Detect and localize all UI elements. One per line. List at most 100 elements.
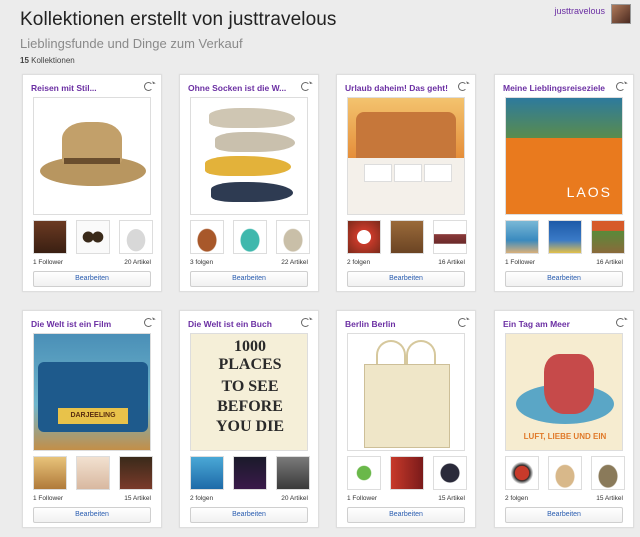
collection-card[interactable]: Reisen mit Stil... 1 Follower 20 Artikel… — [22, 74, 162, 292]
follower-count: 1 Follower — [505, 259, 535, 266]
item-count: 15 Artikel — [124, 495, 151, 502]
item-count: 20 Artikel — [124, 259, 151, 266]
share-icon[interactable] — [616, 318, 625, 327]
thumbnail-image[interactable] — [591, 220, 625, 254]
thumbnail-image[interactable] — [390, 456, 424, 490]
item-count: 16 Artikel — [596, 259, 623, 266]
edit-button[interactable]: Bearbeiten — [347, 507, 465, 523]
thumbnail-image[interactable] — [433, 456, 467, 490]
thumbnail-image[interactable] — [190, 220, 224, 254]
page-subtitle: Lieblingsfunde und Dinge zum Verkauf — [20, 36, 243, 51]
collection-card[interactable]: Meine Lieblingsreiseziele LAOS 1 Followe… — [494, 74, 634, 292]
edit-button[interactable]: Bearbeiten — [33, 507, 151, 523]
card-title[interactable]: Die Welt ist ein Film — [31, 319, 135, 329]
card-stats: 3 folgen 22 Artikel — [190, 259, 308, 266]
thumbnail-image[interactable] — [591, 456, 625, 490]
book-cover-text: 1000 — [234, 338, 266, 355]
card-thumbnails — [347, 456, 467, 490]
collection-count-label: Kollektionen — [31, 56, 75, 65]
book-cover-text: PLACES — [218, 356, 282, 373]
user-name-link[interactable]: justtravelous — [554, 6, 605, 16]
follower-count: 1 Follower — [347, 495, 377, 502]
collection-card[interactable]: Ein Tag am Meer LUFT, LIEBE UND EIN 2 fo… — [494, 310, 634, 528]
share-icon[interactable] — [144, 82, 153, 91]
book-cover-text: BEFORE — [217, 398, 283, 415]
card-thumbnails — [347, 220, 467, 254]
thumbnail-image[interactable] — [233, 220, 267, 254]
edit-button[interactable]: Bearbeiten — [505, 507, 623, 523]
card-title[interactable]: Reisen mit Stil... — [31, 83, 135, 93]
share-icon[interactable] — [616, 82, 625, 91]
edit-button[interactable]: Bearbeiten — [190, 507, 308, 523]
card-main-image[interactable]: 1000 PLACES TO SEE BEFORE YOU DIE — [190, 333, 308, 451]
collection-count-number: 15 — [20, 56, 29, 65]
card-stats: 1 Follower 16 Artikel — [505, 259, 623, 266]
thumbnail-image[interactable] — [119, 220, 153, 254]
share-icon[interactable] — [458, 318, 467, 327]
collection-card[interactable]: Ohne Socken ist die W... 3 folgen 22 Art… — [179, 74, 319, 292]
item-count: 15 Artikel — [596, 495, 623, 502]
card-main-image[interactable]: LUFT, LIEBE UND EIN — [505, 333, 623, 451]
thumbnail-image[interactable] — [33, 220, 67, 254]
thumbnail-image[interactable] — [190, 456, 224, 490]
edit-button[interactable]: Bearbeiten — [33, 271, 151, 287]
meer-cover-text: LUFT, LIEBE UND EIN — [523, 432, 607, 441]
thumbnail-image[interactable] — [390, 220, 424, 254]
thumbnail-image[interactable] — [505, 220, 539, 254]
card-main-image[interactable] — [190, 97, 308, 215]
card-main-image[interactable] — [347, 97, 465, 215]
card-main-image[interactable]: DARJEELING — [33, 333, 151, 451]
share-icon[interactable] — [301, 318, 310, 327]
card-thumbnails — [190, 220, 310, 254]
item-count: 22 Artikel — [281, 259, 308, 266]
thumbnail-image[interactable] — [119, 456, 153, 490]
share-icon[interactable] — [144, 318, 153, 327]
collection-card[interactable]: Die Welt ist ein Buch 1000 PLACES TO SEE… — [179, 310, 319, 528]
edit-button[interactable]: Bearbeiten — [505, 271, 623, 287]
edit-button[interactable]: Bearbeiten — [347, 271, 465, 287]
collection-card[interactable]: Berlin Berlin 1 Follower 15 Artikel Bear… — [336, 310, 476, 528]
collection-card[interactable]: Die Welt ist ein Film DARJEELING 1 Follo… — [22, 310, 162, 528]
follower-count: 2 folgen — [505, 495, 529, 502]
follower-count: 2 folgen — [190, 495, 214, 502]
item-count: 16 Artikel — [438, 259, 465, 266]
card-main-image[interactable] — [33, 97, 151, 215]
thumbnail-image[interactable] — [347, 456, 381, 490]
card-stats: 1 Follower 20 Artikel — [33, 259, 151, 266]
thumbnail-image[interactable] — [347, 220, 381, 254]
thumbnail-image[interactable] — [76, 456, 110, 490]
thumbnail-image[interactable] — [433, 220, 467, 254]
card-main-image[interactable]: LAOS — [505, 97, 623, 215]
card-title[interactable]: Ein Tag am Meer — [503, 319, 607, 329]
laos-cover-text: LAOS — [566, 184, 612, 200]
thumbnail-image[interactable] — [548, 220, 582, 254]
thumbnail-image[interactable] — [548, 456, 582, 490]
share-icon[interactable] — [458, 82, 467, 91]
item-count: 20 Artikel — [281, 495, 308, 502]
collection-card[interactable]: Urlaub daheim! Das geht! 2 folgen 16 Art… — [336, 74, 476, 292]
follower-count: 1 Follower — [33, 259, 63, 266]
avatar[interactable] — [611, 4, 631, 24]
card-title[interactable]: Urlaub daheim! Das geht! — [345, 83, 449, 93]
thumbnail-image[interactable] — [276, 220, 310, 254]
card-stats: 2 folgen 20 Artikel — [190, 495, 308, 502]
thumbnail-image[interactable] — [76, 220, 110, 254]
item-count: 15 Artikel — [438, 495, 465, 502]
card-title[interactable]: Ohne Socken ist die W... — [188, 83, 292, 93]
follower-count: 2 folgen — [347, 259, 371, 266]
thumbnail-image[interactable] — [233, 456, 267, 490]
thumbnail-image[interactable] — [33, 456, 67, 490]
thumbnail-image[interactable] — [505, 456, 539, 490]
card-thumbnails — [505, 456, 625, 490]
user-profile[interactable]: justtravelous — [554, 4, 631, 24]
edit-button[interactable]: Bearbeiten — [190, 271, 308, 287]
card-title[interactable]: Die Welt ist ein Buch — [188, 319, 292, 329]
thumbnail-image[interactable] — [276, 456, 310, 490]
share-icon[interactable] — [301, 82, 310, 91]
card-title[interactable]: Meine Lieblingsreiseziele — [503, 83, 607, 93]
card-main-image[interactable] — [347, 333, 465, 451]
card-stats: 1 Follower 15 Artikel — [33, 495, 151, 502]
book-cover-text: YOU DIE — [215, 418, 284, 435]
collection-count: 15 Kollektionen — [20, 56, 75, 65]
card-title[interactable]: Berlin Berlin — [345, 319, 449, 329]
